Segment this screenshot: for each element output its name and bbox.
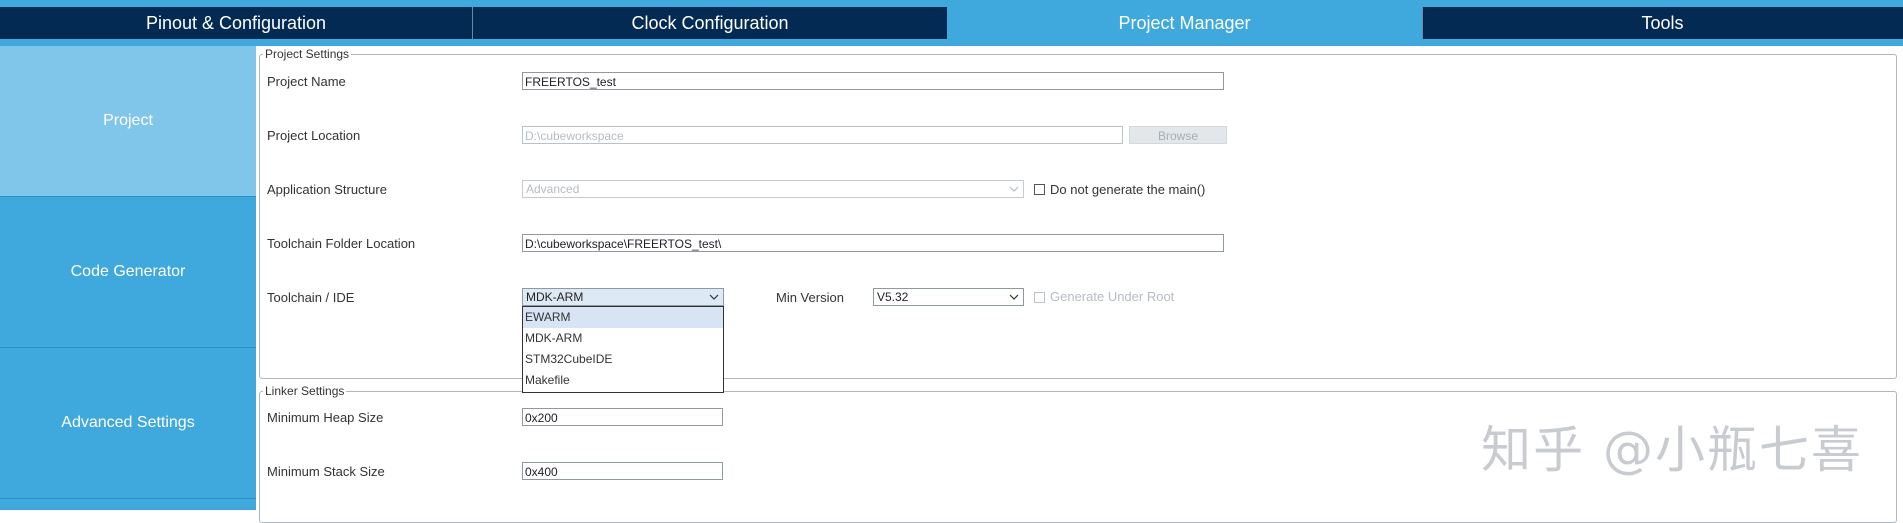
chevron-down-icon: [709, 294, 719, 300]
toolchain-option-stm32cubeide[interactable]: STM32CubeIDE: [523, 349, 723, 370]
project-name-input[interactable]: FREERTOS_test: [522, 72, 1224, 90]
toolchain-folder-label: Toolchain Folder Location: [267, 236, 416, 251]
do-not-generate-main-label: Do not generate the main(): [1050, 182, 1206, 197]
tab-clock-configuration[interactable]: Clock Configuration: [473, 7, 947, 39]
sidebar-item-code-generator[interactable]: Code Generator: [0, 197, 256, 347]
tab-tools[interactable]: Tools: [1422, 7, 1903, 39]
toolchain-ide-value: MDK-ARM: [526, 290, 584, 304]
min-stack-size-label: Minimum Stack Size: [267, 464, 385, 479]
sidebar-item-project[interactable]: Project: [0, 46, 256, 196]
min-version-value: V5.32: [877, 290, 909, 304]
min-heap-size-input[interactable]: 0x200: [522, 408, 723, 426]
chevron-down-icon: [1009, 186, 1019, 192]
min-stack-size-input[interactable]: 0x400: [522, 462, 723, 480]
toolchain-option-mdk-arm[interactable]: MDK-ARM: [523, 328, 723, 349]
toolchain-ide-dropdown: EWARM MDK-ARM STM32CubeIDE Makefile: [522, 306, 724, 393]
min-heap-size-label: Minimum Heap Size: [267, 410, 384, 425]
linker-settings-legend: Linker Settings: [263, 384, 347, 398]
project-settings-group: [259, 54, 1897, 379]
tab-separator: [1422, 7, 1423, 39]
application-structure-value: Advanced: [526, 182, 580, 196]
toolchain-option-makefile[interactable]: Makefile: [523, 370, 723, 391]
project-settings-legend: Project Settings: [263, 47, 352, 61]
min-version-label: Min Version: [776, 290, 844, 305]
sidebar-divider: [0, 498, 256, 499]
project-location-label: Project Location: [267, 128, 361, 143]
do-not-generate-main-checkbox[interactable]: [1034, 184, 1045, 195]
generate-under-root-label: Generate Under Root: [1050, 289, 1175, 304]
toolchain-ide-select[interactable]: MDK-ARM: [522, 288, 724, 306]
toolchain-option-ewarm[interactable]: EWARM: [523, 307, 723, 328]
top-tab-bar: Pinout & Configuration Clock Configurati…: [0, 0, 1903, 46]
application-structure-select[interactable]: Advanced: [522, 180, 1024, 198]
chevron-down-icon: [1009, 294, 1019, 300]
project-name-label: Project Name: [267, 74, 346, 89]
application-structure-label: Application Structure: [267, 182, 387, 197]
min-version-select[interactable]: V5.32: [873, 288, 1024, 306]
toolchain-folder-input[interactable]: D:\cubeworkspace\FREERTOS_test\: [522, 234, 1224, 252]
sidebar-item-advanced-settings[interactable]: Advanced Settings: [0, 348, 256, 498]
generate-under-root-checkbox[interactable]: [1034, 292, 1045, 303]
project-location-input[interactable]: D:\cubeworkspace: [522, 126, 1123, 144]
tab-pinout-configuration[interactable]: Pinout & Configuration: [0, 7, 472, 39]
watermark: 知乎 @小瓶七喜: [1481, 421, 1863, 479]
tab-project-manager[interactable]: Project Manager: [947, 7, 1422, 39]
sidebar: Project Code Generator Advanced Settings: [0, 46, 256, 510]
toolchain-ide-label: Toolchain / IDE: [267, 290, 355, 305]
browse-button[interactable]: Browse: [1129, 126, 1227, 144]
